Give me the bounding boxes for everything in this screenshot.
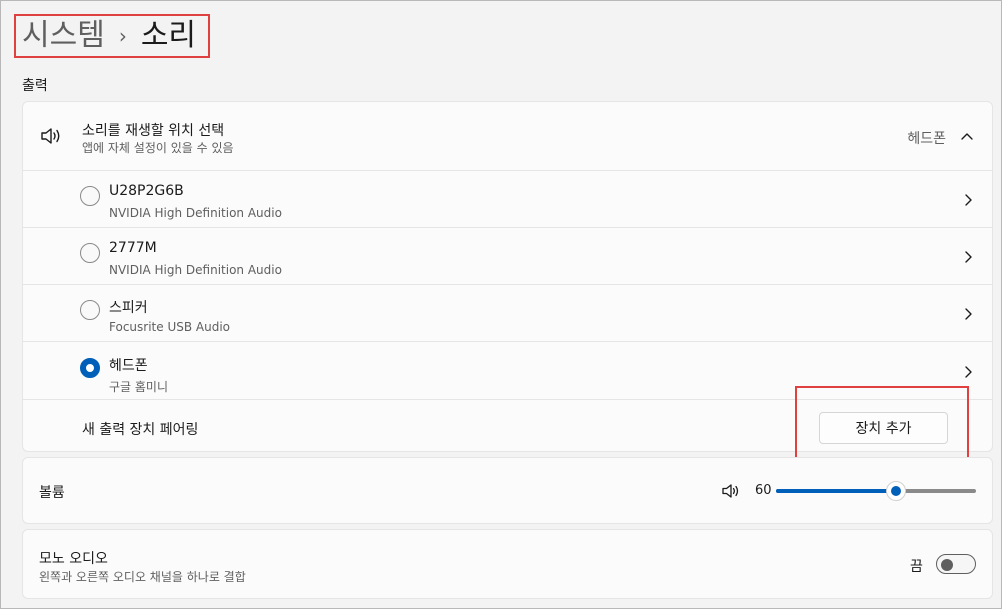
add-device-button[interactable]: 장치 추가	[819, 412, 948, 444]
device-name: 헤드폰	[109, 358, 148, 374]
chevron-right-icon[interactable]	[962, 307, 974, 321]
mono-audio-card: 모노 오디오 왼쪽과 오른쪽 오디오 채널을 하나로 결합 끔	[22, 529, 993, 599]
mono-audio-subtitle: 왼쪽과 오른쪽 오디오 채널을 하나로 결합	[39, 570, 246, 584]
chevron-right-icon[interactable]	[962, 365, 974, 379]
device-radio[interactable]	[80, 186, 100, 206]
pair-new-output-row: 새 출력 장치 페어링 장치 추가	[23, 402, 992, 453]
device-row-headphones[interactable]: 헤드폰 구글 홈미니	[23, 343, 992, 400]
device-row-2777m[interactable]: 2777M NVIDIA High Definition Audio	[23, 228, 992, 285]
output-card: 소리를 재생할 위치 선택 앱에 자체 설정이 있을 수 있음 헤드폰 U28P…	[22, 101, 993, 452]
volume-card: 볼륨 60	[22, 457, 993, 524]
breadcrumb-separator: ›	[118, 24, 127, 48]
volume-value: 60	[755, 483, 772, 498]
toggle-knob	[941, 559, 953, 571]
volume-icon[interactable]	[721, 482, 741, 500]
speaker-icon	[41, 128, 60, 144]
output-device-expander[interactable]: 소리를 재생할 위치 선택 앱에 자체 설정이 있을 수 있음 헤드폰	[23, 102, 992, 171]
volume-label: 볼륨	[39, 485, 65, 501]
chevron-right-icon[interactable]	[962, 193, 974, 207]
output-header-title: 소리를 재생할 위치 선택	[82, 123, 225, 139]
volume-slider-fill	[776, 489, 896, 493]
chevron-up-icon[interactable]	[960, 129, 974, 143]
mono-audio-toggle[interactable]	[936, 554, 976, 574]
device-radio[interactable]	[80, 300, 100, 320]
current-output-device: 헤드폰	[907, 131, 946, 147]
device-radio[interactable]	[80, 243, 100, 263]
device-name: 스피커	[109, 300, 148, 316]
device-driver: NVIDIA High Definition Audio	[109, 206, 282, 220]
pair-label: 새 출력 장치 페어링	[82, 422, 199, 438]
device-driver: NVIDIA High Definition Audio	[109, 263, 282, 277]
device-name: U28P2G6B	[109, 183, 184, 199]
output-section-label: 출력	[22, 78, 48, 94]
device-row-u28p2g6b[interactable]: U28P2G6B NVIDIA High Definition Audio	[23, 171, 992, 228]
device-radio-selected[interactable]	[80, 358, 100, 378]
mono-audio-title: 모노 오디오	[39, 551, 108, 567]
volume-slider[interactable]	[776, 481, 976, 501]
chevron-right-icon[interactable]	[962, 250, 974, 264]
device-row-speaker[interactable]: 스피커 Focusrite USB Audio	[23, 285, 992, 342]
device-driver: 구글 홈미니	[109, 380, 169, 394]
volume-slider-thumb[interactable]	[886, 481, 906, 501]
device-name: 2777M	[109, 240, 157, 256]
device-driver: Focusrite USB Audio	[109, 320, 230, 334]
page-title: 소리	[140, 18, 197, 53]
output-header-subtitle: 앱에 자체 설정이 있을 수 있음	[82, 141, 234, 155]
mono-audio-state: 끔	[910, 559, 923, 575]
breadcrumb: 시스템 › 소리	[14, 14, 211, 58]
breadcrumb-parent[interactable]: 시스템	[22, 21, 105, 51]
